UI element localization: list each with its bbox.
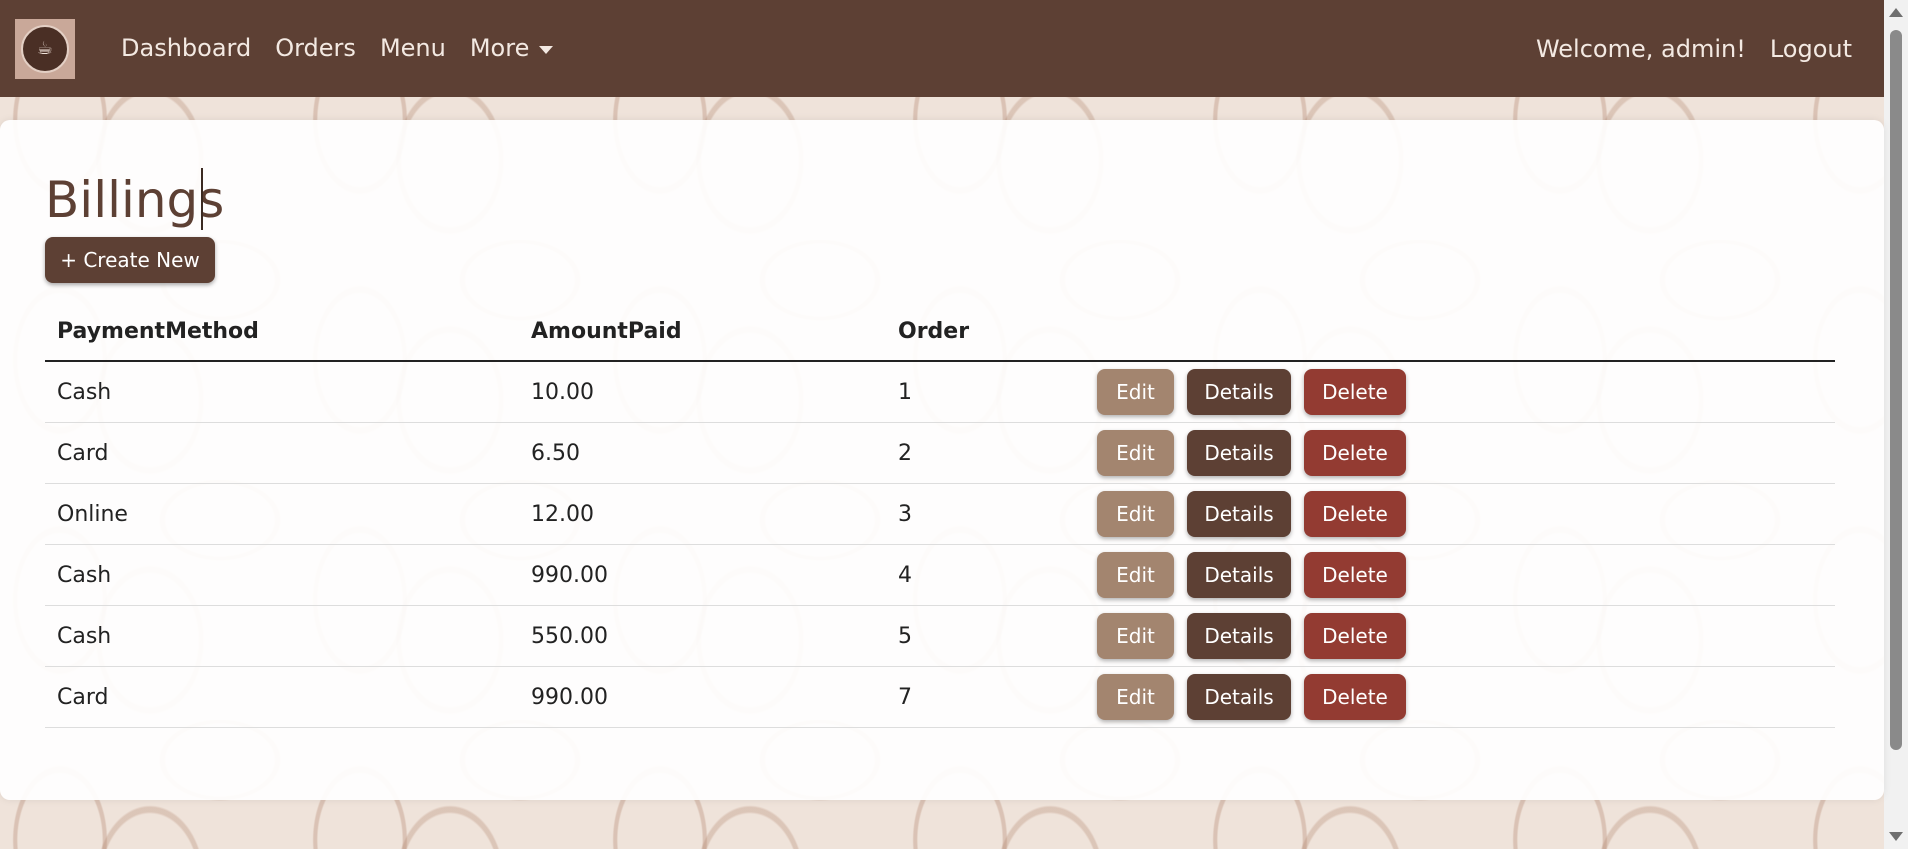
cell-payment-method: Card: [45, 422, 519, 484]
delete-button[interactable]: Delete: [1304, 552, 1406, 598]
delete-button[interactable]: Delete: [1304, 491, 1406, 537]
cell-payment-method: Cash: [45, 605, 519, 667]
edit-button[interactable]: Edit: [1097, 552, 1174, 598]
cell-order: 3: [886, 483, 1085, 545]
cell-order: 7: [886, 666, 1085, 728]
table-row: Online 12.00 3 Edit Details Delete: [45, 483, 1835, 545]
cell-payment-method: Card: [45, 666, 519, 728]
nav-link-dashboard[interactable]: Dashboard: [109, 0, 263, 97]
cell-order: 1: [886, 361, 1085, 423]
page-scrollbar[interactable]: [1884, 0, 1908, 849]
text-cursor: [201, 168, 203, 230]
scroll-up-arrow-icon[interactable]: [1889, 8, 1903, 17]
table-row: Cash 550.00 5 Edit Details Delete: [45, 605, 1835, 667]
cell-payment-method: Online: [45, 483, 519, 545]
header-order: Order: [886, 302, 1085, 362]
header-payment-method: PaymentMethod: [45, 302, 519, 362]
cell-payment-method: Cash: [45, 361, 519, 423]
nav-link-menu[interactable]: Menu: [368, 0, 458, 97]
nav-link-orders[interactable]: Orders: [263, 0, 368, 97]
cell-amount-paid: 990.00: [519, 544, 886, 606]
cell-amount-paid: 6.50: [519, 422, 886, 484]
cell-order: 5: [886, 605, 1085, 667]
details-button[interactable]: Details: [1187, 369, 1291, 415]
nav-links: Dashboard Orders Menu More: [109, 0, 565, 97]
edit-button[interactable]: Edit: [1097, 674, 1174, 720]
welcome-text: Welcome, admin!: [1535, 34, 1746, 63]
create-new-button[interactable]: + Create New: [45, 237, 215, 283]
cell-amount-paid: 12.00: [519, 483, 886, 545]
header-amount-paid: AmountPaid: [519, 302, 886, 362]
cell-order: 4: [886, 544, 1085, 606]
cell-actions: Edit Details Delete: [1085, 422, 1835, 484]
table-row: Card 990.00 7 Edit Details Delete: [45, 666, 1835, 728]
cell-order: 2: [886, 422, 1085, 484]
delete-button[interactable]: Delete: [1304, 674, 1406, 720]
details-button[interactable]: Details: [1187, 674, 1291, 720]
delete-button[interactable]: Delete: [1304, 430, 1406, 476]
edit-button[interactable]: Edit: [1097, 430, 1174, 476]
top-navbar: ☕ Dashboard Orders Menu More Welcome, ad…: [0, 0, 1884, 97]
delete-button[interactable]: Delete: [1304, 613, 1406, 659]
header-actions: [1085, 302, 1835, 362]
cell-amount-paid: 550.00: [519, 605, 886, 667]
cell-amount-paid: 10.00: [519, 361, 886, 423]
table-row: Cash 10.00 1 Edit Details Delete: [45, 361, 1835, 423]
cell-actions: Edit Details Delete: [1085, 361, 1835, 423]
table-row: Card 6.50 2 Edit Details Delete: [45, 422, 1835, 484]
scroll-thumb[interactable]: [1890, 30, 1902, 750]
cell-actions: Edit Details Delete: [1085, 605, 1835, 667]
details-button[interactable]: Details: [1187, 552, 1291, 598]
cell-actions: Edit Details Delete: [1085, 483, 1835, 545]
cell-actions: Edit Details Delete: [1085, 544, 1835, 606]
table-row: Cash 990.00 4 Edit Details Delete: [45, 544, 1835, 606]
scroll-down-arrow-icon[interactable]: [1889, 832, 1903, 841]
caret-down-icon: [539, 45, 554, 54]
table-header-row: PaymentMethod AmountPaid Order: [45, 302, 1835, 362]
delete-button[interactable]: Delete: [1304, 369, 1406, 415]
page-title: Billings: [45, 171, 225, 229]
edit-button[interactable]: Edit: [1097, 369, 1174, 415]
details-button[interactable]: Details: [1187, 613, 1291, 659]
cell-amount-paid: 990.00: [519, 666, 886, 728]
edit-button[interactable]: Edit: [1097, 613, 1174, 659]
brand-logo[interactable]: ☕: [15, 18, 75, 79]
details-button[interactable]: Details: [1187, 430, 1291, 476]
logout-link[interactable]: Logout: [1758, 35, 1864, 63]
billings-table: PaymentMethod AmountPaid Order Cash 10.0…: [45, 302, 1835, 728]
nav-dropdown-more[interactable]: More: [458, 0, 566, 97]
coffee-logo-icon: ☕: [21, 24, 69, 73]
cell-actions: Edit Details Delete: [1085, 666, 1835, 728]
nav-dropdown-more-label: More: [469, 34, 530, 62]
details-button[interactable]: Details: [1187, 491, 1291, 537]
cell-payment-method: Cash: [45, 544, 519, 606]
nav-user-area: Welcome, admin! Logout: [1536, 35, 1884, 63]
edit-button[interactable]: Edit: [1097, 491, 1174, 537]
